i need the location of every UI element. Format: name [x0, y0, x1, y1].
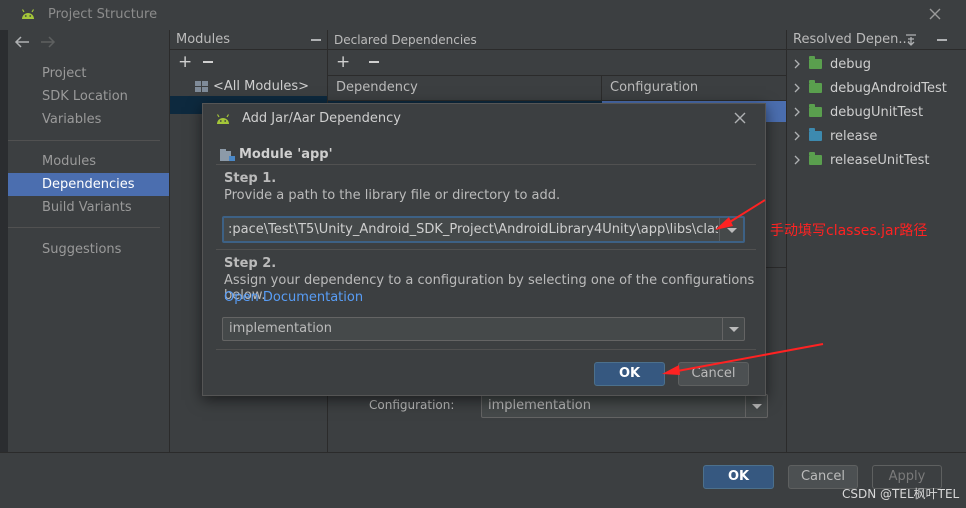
- window-title-bar: Project Structure: [0, 0, 966, 30]
- resolved-item-release-unit-test[interactable]: releaseUnitTest: [793, 148, 947, 172]
- resolved-list: debug debugAndroidTest debugUnitTest rel…: [793, 52, 947, 172]
- folder-icon: [809, 128, 822, 141]
- chevron-right-icon[interactable]: [793, 107, 801, 117]
- android-logo-icon: [21, 8, 35, 20]
- resolved-item-release[interactable]: release: [793, 124, 947, 148]
- configuration-dropdown[interactable]: implementation: [222, 317, 745, 341]
- column-header-configuration[interactable]: Configuration: [610, 80, 698, 95]
- forward-arrow-icon[interactable]: [40, 36, 56, 48]
- nav-divider: [8, 227, 160, 228]
- module-item-label: <All Modules>: [213, 78, 310, 94]
- nav-item-variables[interactable]: Variables: [8, 108, 169, 131]
- back-arrow-icon[interactable]: [14, 36, 30, 48]
- resolved-item-label: releaseUnitTest: [830, 152, 930, 168]
- remove-module-icon[interactable]: [203, 61, 213, 63]
- configuration-dropdown-value: implementation: [229, 321, 333, 336]
- folder-icon: [809, 104, 822, 117]
- chevron-down-icon[interactable]: [722, 318, 744, 340]
- resolved-panel-title: Resolved Depen...: [793, 32, 911, 47]
- nav-item-build-variants[interactable]: Build Variants: [8, 196, 169, 219]
- add-module-icon[interactable]: +: [178, 54, 192, 71]
- folder-icon: [809, 152, 822, 165]
- column-divider: [601, 76, 602, 102]
- configuration-select-value: implementation: [488, 398, 592, 413]
- nav-item-project[interactable]: Project: [8, 62, 169, 85]
- resolved-item-label: debugAndroidTest: [830, 80, 947, 96]
- deps-panel-title: Declared Dependencies: [334, 33, 477, 47]
- dialog-button-bar: OK Cancel Apply CSDN @TEL枫叶TEL: [0, 452, 966, 508]
- chevron-right-icon[interactable]: [793, 59, 801, 69]
- chevron-down-icon[interactable]: [745, 395, 767, 417]
- resolved-item-label: debugUnitTest: [830, 104, 924, 120]
- nav-divider: [8, 140, 160, 141]
- add-dependency-icon[interactable]: +: [336, 54, 350, 71]
- library-path-input[interactable]: :pace\Test\T5\Unity_Android_SDK_Project\…: [222, 216, 745, 243]
- configuration-select[interactable]: implementation: [481, 394, 768, 418]
- folder-icon: [809, 56, 822, 69]
- step2-title: Step 2.: [224, 256, 277, 271]
- module-label: Module 'app': [239, 147, 333, 162]
- add-jar-aar-dialog: Add Jar/Aar Dependency Module 'app' Step…: [202, 103, 766, 396]
- modules-panel-title: Modules: [176, 32, 231, 47]
- ok-button[interactable]: OK: [703, 465, 774, 489]
- library-path-value[interactable]: :pace\Test\T5\Unity_Android_SDK_Project\…: [228, 222, 718, 237]
- resolved-item-debug-unit-test[interactable]: debugUnitTest: [793, 100, 947, 124]
- chevron-right-icon[interactable]: [793, 83, 801, 93]
- nav-item-suggestions[interactable]: Suggestions: [8, 238, 169, 261]
- nav-sidebar: Project SDK Location Variables Modules D…: [8, 30, 169, 452]
- resolved-panel-header: Resolved Depen...: [787, 30, 966, 50]
- resolved-dependencies-panel: Resolved Depen... debug debugAndroidTest…: [786, 30, 966, 452]
- collapse-icon[interactable]: [311, 39, 321, 41]
- dialog-close-icon[interactable]: [734, 112, 746, 124]
- nav-item-sdk-location[interactable]: SDK Location: [8, 85, 169, 108]
- remove-dependency-icon[interactable]: [369, 61, 379, 63]
- step1-description: Provide a path to the library file or di…: [224, 188, 561, 203]
- column-header-dependency[interactable]: Dependency: [336, 80, 418, 95]
- resolved-item-debug-android-test[interactable]: debugAndroidTest: [793, 76, 947, 100]
- android-logo-icon: [216, 113, 230, 125]
- dialog-cancel-button[interactable]: Cancel: [678, 362, 749, 386]
- nav-item-modules[interactable]: Modules: [8, 150, 169, 173]
- open-documentation-link[interactable]: Open Documentation: [224, 290, 363, 305]
- dialog-footer-divider: [216, 349, 756, 350]
- resolved-item-debug[interactable]: debug: [793, 52, 947, 76]
- resolved-item-label: release: [830, 128, 878, 144]
- collapse-icon[interactable]: [937, 39, 947, 41]
- chevron-right-icon[interactable]: [793, 155, 801, 165]
- module-icon: [220, 149, 236, 162]
- configuration-label: Configuration:: [369, 398, 455, 412]
- folder-icon: [809, 80, 822, 93]
- nav-item-dependencies[interactable]: Dependencies: [8, 173, 169, 196]
- resolved-item-label: debug: [830, 56, 871, 72]
- deps-table-header: Dependency Configuration: [328, 75, 786, 102]
- chevron-right-icon[interactable]: [793, 131, 801, 141]
- step1-title: Step 1.: [224, 171, 277, 186]
- annotation-text: 手动填写classes.jar路径: [770, 223, 928, 239]
- sort-icon[interactable]: [905, 33, 917, 46]
- watermark-text: CSDN @TEL枫叶TEL: [842, 487, 960, 501]
- modules-group-icon: [195, 80, 209, 92]
- close-icon[interactable]: [928, 7, 942, 21]
- modules-panel-header: Modules: [170, 30, 327, 50]
- dialog-ok-button[interactable]: OK: [594, 362, 665, 386]
- module-item-all[interactable]: <All Modules>: [195, 77, 309, 95]
- window-title: Project Structure: [48, 7, 158, 22]
- dialog-title: Add Jar/Aar Dependency: [242, 111, 401, 126]
- path-dropdown-chevron-icon[interactable]: [719, 218, 743, 241]
- deps-panel-header: Declared Dependencies: [328, 30, 786, 50]
